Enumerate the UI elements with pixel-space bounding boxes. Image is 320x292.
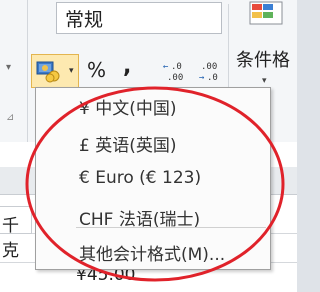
number-format-combobox[interactable]: 常规 (56, 2, 222, 34)
chevron-down-icon[interactable]: ▾ (6, 62, 11, 73)
accounting-format-button[interactable]: ▾ (31, 54, 79, 88)
comma-style-button[interactable]: , (123, 54, 131, 79)
ribbon-left-strip: ▾ ⊿ (0, 0, 28, 142)
cell-text: 千克 (2, 216, 19, 261)
svg-text:.0: .0 (207, 73, 218, 82)
menu-separator (76, 227, 266, 228)
menu-item-eur[interactable]: € Euro (€ 123) (79, 168, 201, 188)
accounting-icon (36, 61, 60, 83)
chevron-down-icon[interactable]: ▾ (69, 66, 74, 76)
increase-decimal-icon: ← .0 .00 (163, 62, 183, 83)
accounting-format-menu: ¥ 中文(中国) £ 英语(英国) € Euro (€ 123) CHF 法语(… (35, 87, 271, 270)
svg-text:.0: .0 (171, 62, 182, 72)
decrease-decimal-icon: .00 → .0 (199, 62, 218, 83)
cell[interactable]: 千克 (0, 206, 32, 261)
decrease-decimal-button[interactable]: .00 → .0 (199, 60, 225, 84)
increase-decimal-button[interactable]: ← .0 .00 (163, 60, 189, 84)
number-format-value: 常规 (65, 9, 104, 31)
dialog-launcher-icon[interactable]: ⊿ (6, 112, 14, 123)
menu-item-gbp[interactable]: £ 英语(英国) (79, 131, 176, 156)
conditional-formatting-icon (249, 1, 283, 25)
chevron-down-icon[interactable]: ▾ (262, 76, 267, 86)
percent-style-button[interactable]: % (87, 58, 106, 82)
svg-text:←: ← (163, 62, 169, 72)
svg-text:.00: .00 (201, 62, 217, 72)
svg-text:.00: .00 (167, 73, 183, 82)
menu-item-cny[interactable]: ¥ 中文(中国) (79, 94, 176, 119)
svg-text:→: → (199, 73, 205, 82)
conditional-formatting-button[interactable]: 条件格 (236, 46, 290, 72)
menu-item-more-formats[interactable]: 其他会计格式(M)... (79, 240, 225, 265)
